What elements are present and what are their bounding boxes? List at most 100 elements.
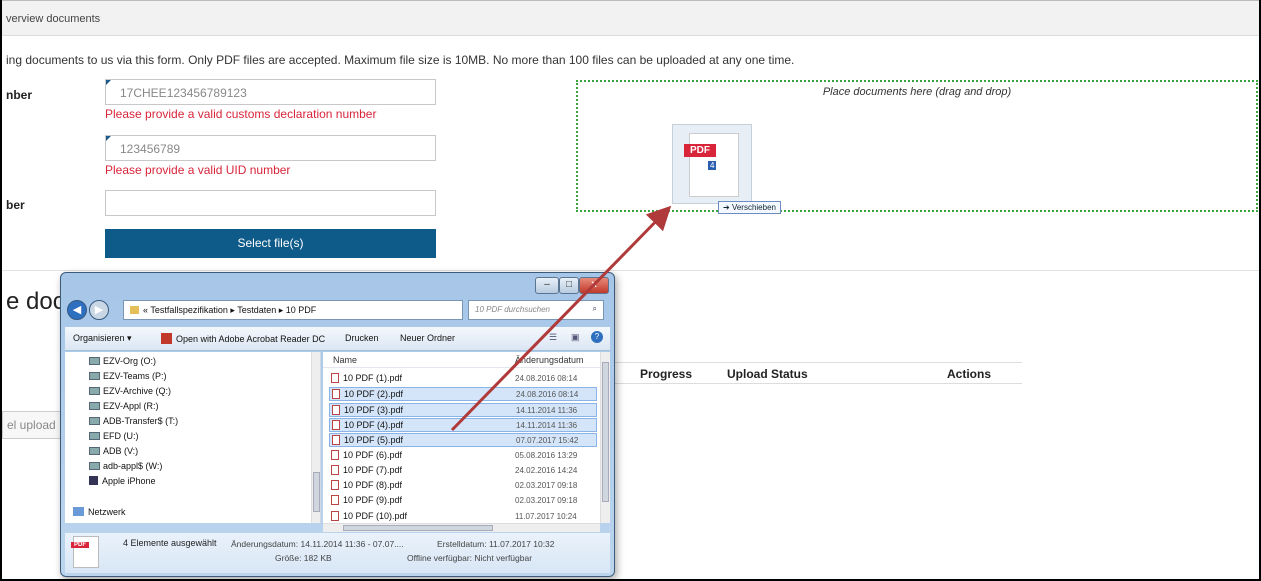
organize-menu[interactable]: Organisieren ▾ [73,333,132,344]
file-row[interactable]: 10 PDF (8).pdf 02.03.2017 09:18 [329,479,597,493]
network-drive-icon [89,462,100,470]
section-divider [2,270,1259,271]
drive-label: ADB (V:) [103,446,139,456]
drive-label: Apple iPhone [102,476,156,486]
file-name-text: 10 PDF (2).pdf [344,389,404,400]
file-name-text: 10 PDF (1).pdf [343,373,403,383]
file-name: 10 PDF (7).pdf [331,464,403,475]
view-options-icon[interactable]: ☰ [549,332,557,343]
pdf-file-icon [332,389,340,400]
drive-item[interactable]: Apple iPhone [89,476,156,486]
reference-number-input[interactable] [105,190,436,216]
column-date[interactable]: Änderungsdatum [515,355,584,365]
drive-label: EZV-Archive (Q:) [103,386,172,396]
pdf-document-icon: PDF 4 [684,133,739,197]
pdf-file-icon: PDF [71,536,99,568]
column-name[interactable]: Name [333,355,357,365]
file-row[interactable]: 10 PDF (10).pdf 11.07.2017 10:24 [329,510,597,523]
file-date: 07.07.2017 15:42 [516,436,579,446]
open-with-acrobat-button[interactable]: Open with Adobe Acrobat Reader DC [161,333,325,344]
new-folder-button[interactable]: Neuer Ordner [400,333,455,343]
drive-label: EZV-Appl (R:) [103,401,159,411]
pdf-badge: PDF [684,144,716,157]
file-row[interactable]: 10 PDF (7).pdf 24.02.2016 14:24 [329,464,597,478]
file-name-text: 10 PDF (7).pdf [343,464,403,475]
modified-date-range: Änderungsdatum: 14.11.2014 11:36 - 07.07… [231,539,404,549]
drive-item[interactable]: EZV-Teams (P:) [89,371,167,381]
search-input[interactable]: 10 PDF durchsuchen ⌕ [468,300,604,320]
file-name-text: 10 PDF (5).pdf [344,435,404,446]
back-icon[interactable]: ◀ [67,300,87,320]
file-name: 10 PDF (3).pdf [332,404,403,415]
uid-number-input[interactable]: 123456789 [105,135,436,161]
preview-pane-icon[interactable]: ▣ [571,332,580,343]
selection-size: Größe: 182 KB [275,553,332,563]
drive-item[interactable]: adb-appl$ (W:) [89,461,162,471]
file-name: 10 PDF (5).pdf [332,435,404,446]
minimize-button[interactable]: – [535,277,559,294]
uid-number-value: 123456789 [120,142,181,156]
file-name: 10 PDF (8).pdf [331,480,402,491]
search-icon: ⌕ [592,304,597,313]
column-upload-status: Upload Status [727,367,808,381]
explorer-navigation: ◀ ▶ « Testfallspezifikation ▸ Testdaten … [67,299,607,323]
file-date: 02.03.2017 09:18 [515,496,578,506]
file-name-text: 10 PDF (9).pdf [343,495,403,506]
network-item[interactable]: Netzwerk [73,507,126,517]
intro-text: ing documents to us via this form. Only … [6,53,795,67]
file-row[interactable]: 10 PDF (1).pdf 24.08.2016 08:14 [329,372,597,386]
page-header: verview documents [2,0,1259,36]
nav-scrollbar[interactable] [311,352,320,523]
file-list-pane: Name Änderungsdatum 10 PDF (1).pdf 24.08.… [323,352,610,523]
drive-label: EFD (U:) [103,431,139,441]
file-name: 10 PDF (6).pdf [331,449,402,460]
drive-item[interactable]: ADB (V:) [89,446,138,456]
horizontal-scrollbar-thumb[interactable] [343,525,493,531]
file-date: 24.02.2016 14:24 [515,465,578,475]
file-name: 10 PDF (2).pdf [332,389,404,400]
drive-item[interactable]: EZV-Archive (Q:) [89,386,171,396]
file-row[interactable]: 10 PDF (6).pdf 05.08.2016 13:29 [329,449,597,463]
network-drive-icon [89,372,100,380]
breadcrumb-path: « Testfallspezifikation ▸ Testdaten ▸ 10… [143,305,317,315]
drive-item[interactable]: EZV-Appl (R:) [89,401,159,411]
close-button[interactable]: x [579,277,609,294]
print-button[interactable]: Drucken [345,333,379,343]
file-row[interactable]: 10 PDF (2).pdf 24.08.2016 08:14 [329,387,597,402]
file-row[interactable]: 10 PDF (5).pdf 07.07.2017 15:42 [329,433,597,448]
reference-number-label: ber [6,198,25,212]
customs-number-input[interactable]: 17CHEE123456789123 [105,79,436,105]
file-date: 05.08.2016 13:29 [515,450,578,460]
file-explorer-window[interactable]: – □ x ◀ ▶ « Testfallspezifikation ▸ Test… [60,272,615,577]
help-icon[interactable]: ? [591,331,603,343]
file-row[interactable]: 10 PDF (9).pdf 02.03.2017 09:18 [329,494,597,508]
section-title: e doc [6,288,65,315]
file-row[interactable]: 10 PDF (4).pdf 14.11.2014 11:36 [329,417,597,432]
file-date: 24.08.2016 08:14 [515,374,578,383]
details-pane: PDF 4 Elemente ausgewählt Änderungsdatum… [65,533,610,573]
drive-item[interactable]: EZV-Org (O:) [89,356,156,366]
drive-label: adb-appl$ (W:) [103,461,163,471]
horizontal-scrollbar[interactable] [323,523,600,532]
customs-number-error: Please provide a valid customs declarati… [105,107,377,121]
file-name-text: 10 PDF (10).pdf [343,510,408,521]
file-date: 14.11.2014 11:36 [516,405,578,415]
search-placeholder: 10 PDF durchsuchen [475,305,551,314]
uid-number-error: Please provide a valid UID number [105,163,291,177]
drive-item[interactable]: EFD (U:) [89,431,139,441]
pdf-file-icon [331,449,339,460]
pdf-file-icon-label: PDF [71,542,89,548]
pdf-file-icon [331,510,339,521]
file-scrollbar[interactable] [600,352,610,523]
nav-scrollbar-thumb[interactable] [313,472,320,512]
pdf-file-icon [331,373,339,383]
file-row[interactable]: 10 PDF (3).pdf 14.11.2014 11:36 [329,402,597,417]
breadcrumb[interactable]: « Testfallspezifikation ▸ Testdaten ▸ 10… [123,300,463,320]
select-files-button[interactable]: Select file(s) [105,229,436,258]
forward-icon[interactable]: ▶ [89,300,109,320]
drive-item[interactable]: ADB-Transfer$ (T:) [89,416,178,426]
maximize-button[interactable]: □ [559,277,579,294]
file-scrollbar-thumb[interactable] [602,362,609,502]
page: verview documents ing documents to us vi… [0,0,1261,581]
file-date: 02.03.2017 09:18 [515,481,578,491]
